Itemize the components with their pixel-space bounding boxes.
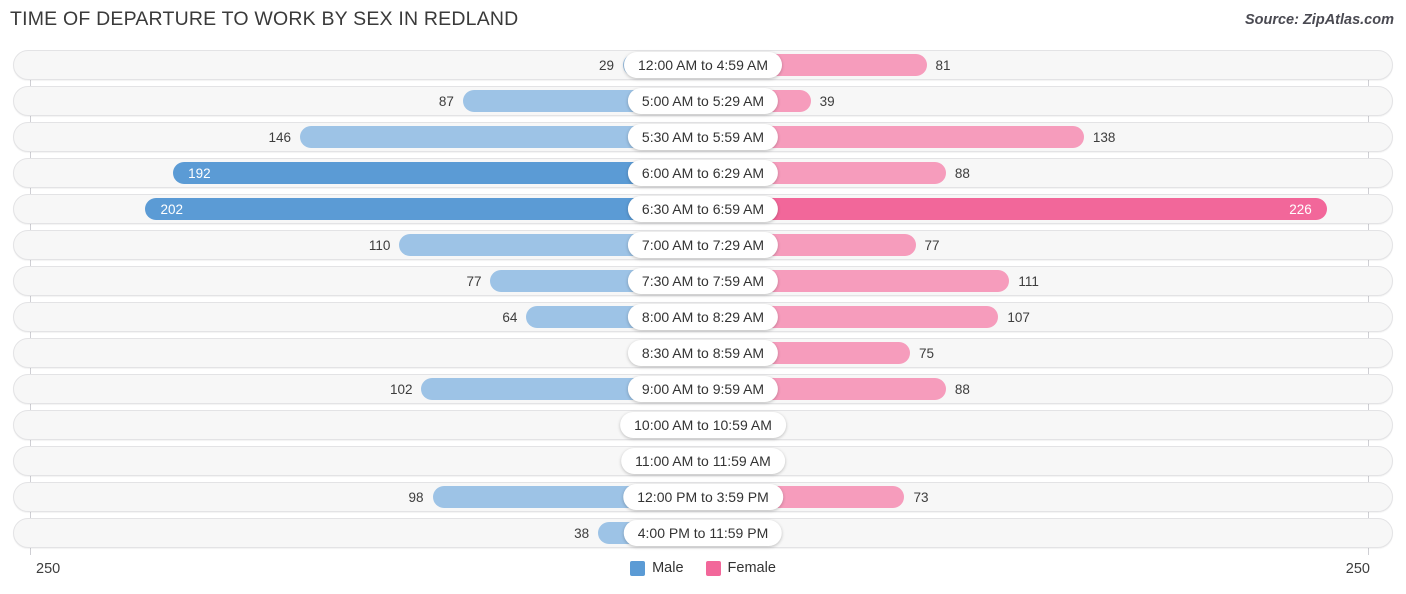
bar-value-female: 39 xyxy=(819,94,835,109)
category-label: 12:00 AM to 4:59 AM xyxy=(624,52,782,78)
category-label: 7:30 AM to 7:59 AM xyxy=(627,268,779,294)
bar-value-female: 111 xyxy=(1018,274,1039,289)
legend-swatch-male xyxy=(630,560,646,576)
bar-value-male: 29 xyxy=(598,58,614,73)
bar-value-male: 102 xyxy=(389,382,413,397)
bar-value-male: 77 xyxy=(466,274,482,289)
table-row[interactable]: 0758:30 AM to 8:59 AM xyxy=(13,338,1393,368)
table-row[interactable]: 77 111 7:30 AM to 7:59 AM xyxy=(13,266,1393,296)
table-row[interactable]: 87 39 5:00 AM to 5:29 AM xyxy=(13,86,1393,116)
table-row[interactable]: 102 88 9:00 AM to 9:59 AM xyxy=(13,374,1393,404)
bar-value-female: 226 xyxy=(1289,202,1312,217)
bar-value-male: 146 xyxy=(268,130,292,145)
chart-plot-area: 29 81 12:00 AM to 4:59 AM 87 39 5:00 AM to 5:… xyxy=(0,50,1406,555)
chart-header: TIME OF DEPARTURE TO WORK BY SEX IN REDL… xyxy=(0,0,1406,40)
bar-value-male: 192 xyxy=(188,166,211,181)
bar-value-male: 64 xyxy=(502,310,518,325)
bar-value-female: 75 xyxy=(919,346,935,361)
bar-value-male: 87 xyxy=(438,94,454,109)
bar-value-male: 202 xyxy=(160,202,183,217)
category-label: 4:00 PM to 11:59 PM xyxy=(623,520,783,546)
bar-value-female: 81 xyxy=(935,58,951,73)
table-row[interactable]: 110 77 7:00 AM to 7:29 AM xyxy=(13,230,1393,260)
bar-value-female: 107 xyxy=(1007,310,1030,325)
bar-value-male: 38 xyxy=(574,526,590,541)
bar-value-female: 73 xyxy=(913,490,929,505)
legend-item-female[interactable]: Female xyxy=(705,560,776,576)
category-label: 8:00 AM to 8:29 AM xyxy=(627,304,779,330)
legend-label-male: Male xyxy=(652,560,684,576)
bar-value-female: 138 xyxy=(1092,130,1116,145)
category-label: 6:30 AM to 6:59 AM xyxy=(627,196,779,222)
category-label: 9:00 AM to 9:59 AM xyxy=(627,376,779,402)
table-row[interactable]: 0010:00 AM to 10:59 AM xyxy=(13,410,1393,440)
category-label: 10:00 AM to 10:59 AM xyxy=(620,412,786,438)
category-label: 6:00 AM to 6:29 AM xyxy=(627,160,779,186)
table-row[interactable]: 192 88 6:00 AM to 6:29 AM xyxy=(13,158,1393,188)
category-label: 5:00 AM to 5:29 AM xyxy=(627,88,779,114)
bar-value-male: 110 xyxy=(368,238,391,253)
source-attribution: Source: ZipAtlas.com xyxy=(1244,12,1394,28)
table-row[interactable]: 98 73 12:00 PM to 3:59 PM xyxy=(13,482,1393,512)
bar-male[interactable] xyxy=(145,198,703,220)
category-label: 8:30 AM to 8:59 AM xyxy=(627,340,779,366)
legend-label-female: Female xyxy=(727,560,776,576)
chart-footer: 250 250 Male Female xyxy=(0,556,1406,594)
table-row[interactable]: 121211:00 AM to 11:59 AM xyxy=(13,446,1393,476)
chart-legend: Male Female xyxy=(0,560,1406,576)
category-label: 5:30 AM to 5:59 AM xyxy=(627,124,779,150)
legend-swatch-female xyxy=(705,560,721,576)
bar-female[interactable] xyxy=(703,198,1327,220)
bar-value-female: 77 xyxy=(924,238,940,253)
category-label: 12:00 PM to 3:59 PM xyxy=(623,484,783,510)
table-row[interactable]: 202 226 6:30 AM to 6:59 AM xyxy=(13,194,1393,224)
category-label: 11:00 AM to 11:59 AM xyxy=(621,448,785,474)
table-row[interactable]: 29 81 12:00 AM to 4:59 AM xyxy=(13,50,1393,80)
legend-item-male[interactable]: Male xyxy=(630,560,684,576)
table-row[interactable]: 3804:00 PM to 11:59 PM xyxy=(13,518,1393,548)
table-row[interactable]: 64 107 8:00 AM to 8:29 AM xyxy=(13,302,1393,332)
bar-value-male: 98 xyxy=(408,490,424,505)
category-label: 7:00 AM to 7:29 AM xyxy=(627,232,779,258)
page-title: TIME OF DEPARTURE TO WORK BY SEX IN REDL… xyxy=(10,8,519,30)
table-row[interactable]: 146 138 5:30 AM to 5:59 AM xyxy=(13,122,1393,152)
bar-value-female: 88 xyxy=(954,382,970,397)
bar-male[interactable] xyxy=(173,162,703,184)
bar-value-female: 88 xyxy=(954,166,970,181)
